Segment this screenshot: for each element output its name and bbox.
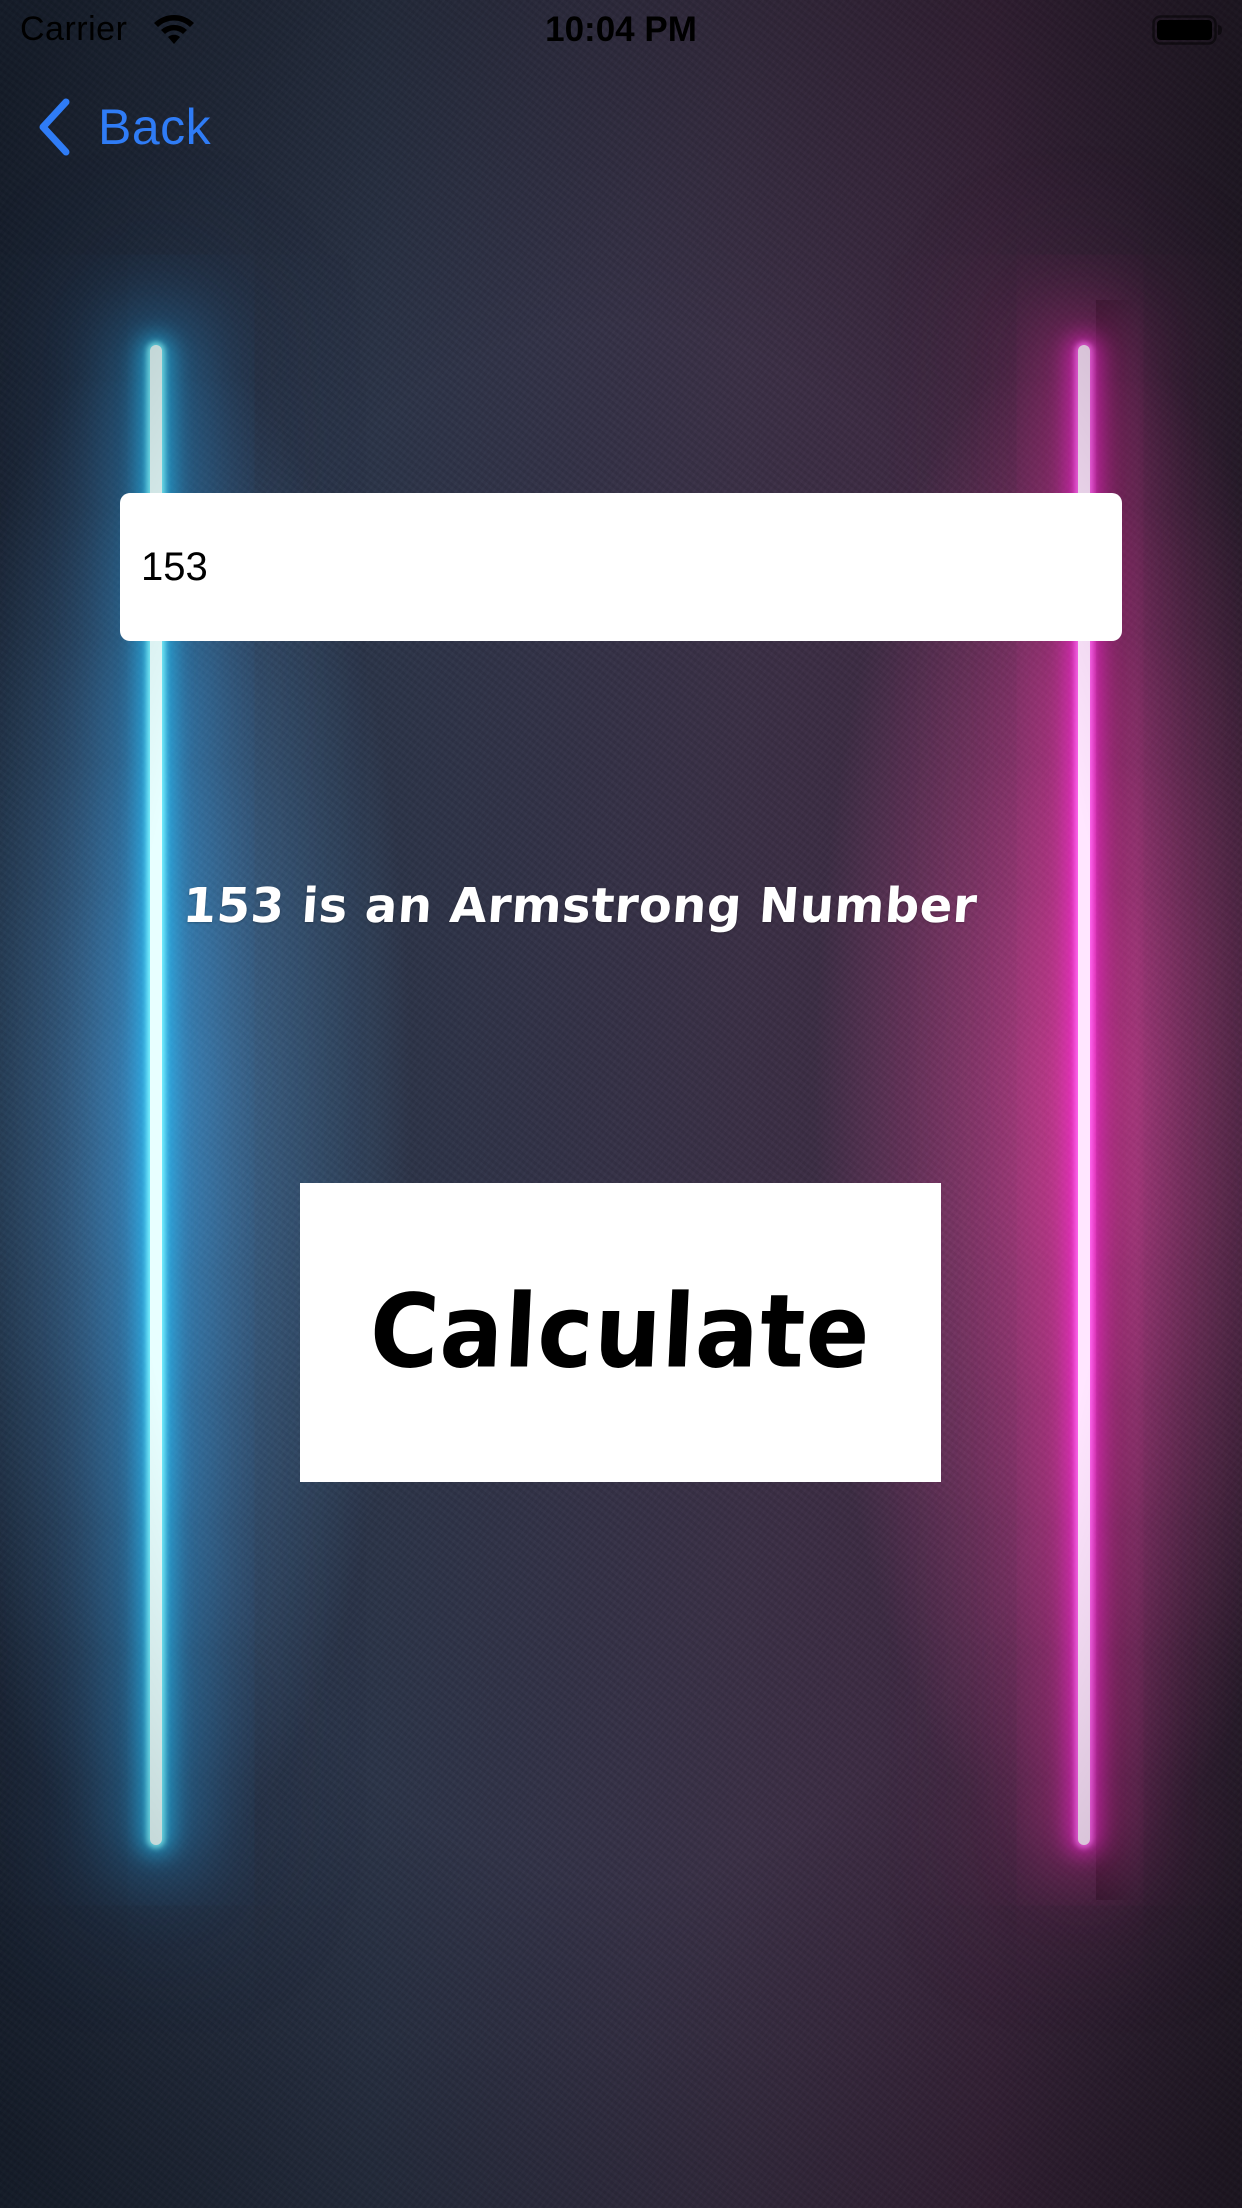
back-button[interactable]: Back [36, 92, 211, 162]
result-label: 153 is an Armstrong Number [181, 878, 980, 934]
clock-label: 10:04 PM [545, 10, 697, 49]
number-input[interactable] [120, 493, 1122, 641]
back-button-label: Back [98, 99, 212, 155]
calculate-button[interactable]: Calculate [300, 1183, 941, 1482]
chevron-left-icon [39, 98, 70, 156]
battery-full-icon [1152, 15, 1222, 45]
wall-texture [0, 0, 1242, 2208]
app-screen: Carrier 10:04 PM Back 153 is an Armstron… [0, 0, 1242, 2208]
status-bar: Carrier 10:04 PM [0, 0, 1242, 60]
vignette-overlay [0, 0, 1242, 2208]
calculate-button-label: Calculate [367, 1273, 874, 1392]
